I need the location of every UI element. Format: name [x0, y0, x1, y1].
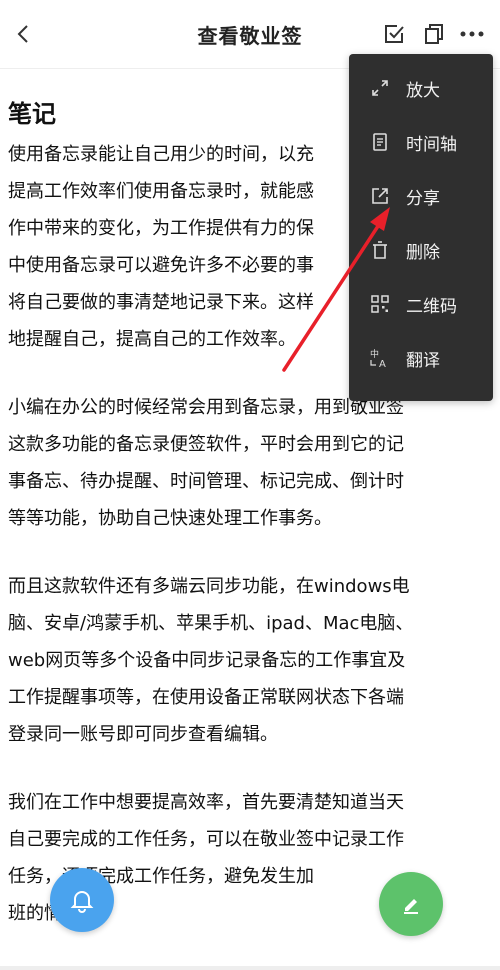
svg-text:中: 中: [370, 348, 379, 360]
qrcode-icon: [369, 293, 391, 315]
overflow-menu: 放大 时间轴 分享 删除 二维码 中 A 翻译: [349, 54, 493, 401]
note-paragraph: 而且这款软件还有多端云同步功能，在windows电 脑、安卓/鸿蒙手机、苹果手机…: [8, 576, 414, 745]
translate-icon: 中 A: [369, 347, 391, 369]
copy-icon: [425, 24, 443, 44]
menu-item-label: 二维码: [406, 296, 457, 317]
trash-icon: [369, 239, 391, 261]
svg-text:A: A: [379, 359, 386, 369]
more-dots-icon: [460, 31, 484, 37]
menu-item-qrcode[interactable]: 二维码: [349, 277, 493, 331]
checkbox-button[interactable]: [378, 18, 410, 50]
bottom-divider: [0, 966, 500, 970]
menu-item-translate[interactable]: 中 A 翻译: [349, 331, 493, 385]
edit-button[interactable]: [379, 872, 443, 936]
menu-item-label: 分享: [406, 188, 440, 209]
menu-item-label: 删除: [406, 242, 440, 263]
menu-item-expand[interactable]: 放大: [349, 61, 493, 115]
share-icon: [369, 185, 391, 207]
menu-item-share[interactable]: 分享: [349, 169, 493, 223]
copy-button[interactable]: [418, 18, 450, 50]
more-button[interactable]: [456, 18, 488, 50]
pencil-icon: [404, 899, 418, 914]
menu-item-timeline[interactable]: 时间轴: [349, 115, 493, 169]
menu-item-delete[interactable]: 删除: [349, 223, 493, 277]
expand-icon: [369, 77, 391, 99]
menu-item-label: 放大: [406, 80, 440, 101]
checkbox-icon: [385, 25, 404, 43]
menu-item-label: 时间轴: [406, 134, 457, 155]
note-paragraph: 小编在办公的时候经常会用到备忘录，用到敬业签 这款多功能的备忘录便签软件，平时会…: [8, 397, 404, 529]
menu-item-label: 翻译: [406, 350, 440, 371]
reminder-button[interactable]: [50, 868, 114, 932]
document-icon: [369, 131, 391, 153]
bell-icon: [70, 891, 94, 913]
